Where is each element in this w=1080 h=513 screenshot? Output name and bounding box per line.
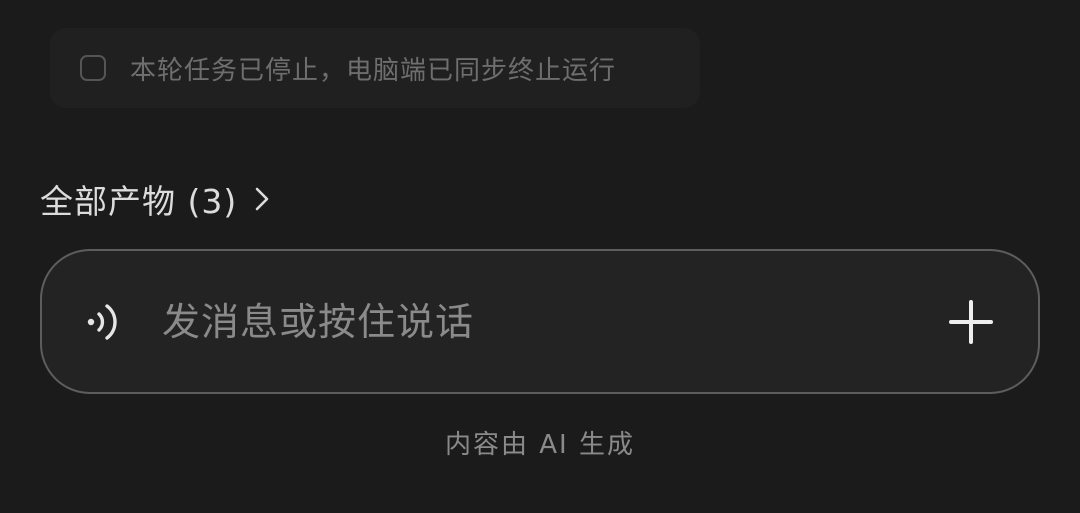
status-checkbox[interactable] — [80, 55, 106, 81]
plus-icon[interactable] — [946, 297, 996, 347]
all-artifacts-label: 全部产物 (3) — [40, 182, 238, 221]
message-composer — [40, 249, 1040, 394]
all-artifacts-link[interactable]: 全部产物 (3) — [40, 176, 273, 222]
voice-wave-icon[interactable] — [78, 297, 128, 347]
message-input[interactable] — [162, 291, 922, 352]
ai-generated-disclaimer: 内容由 AI 生成 — [445, 430, 635, 460]
chevron-right-icon — [251, 185, 273, 213]
task-stopped-card: 本轮任务已停止，电脑端已同步终止运行 — [50, 28, 700, 108]
task-stopped-text: 本轮任务已停止，电脑端已同步终止运行 — [130, 55, 617, 86]
